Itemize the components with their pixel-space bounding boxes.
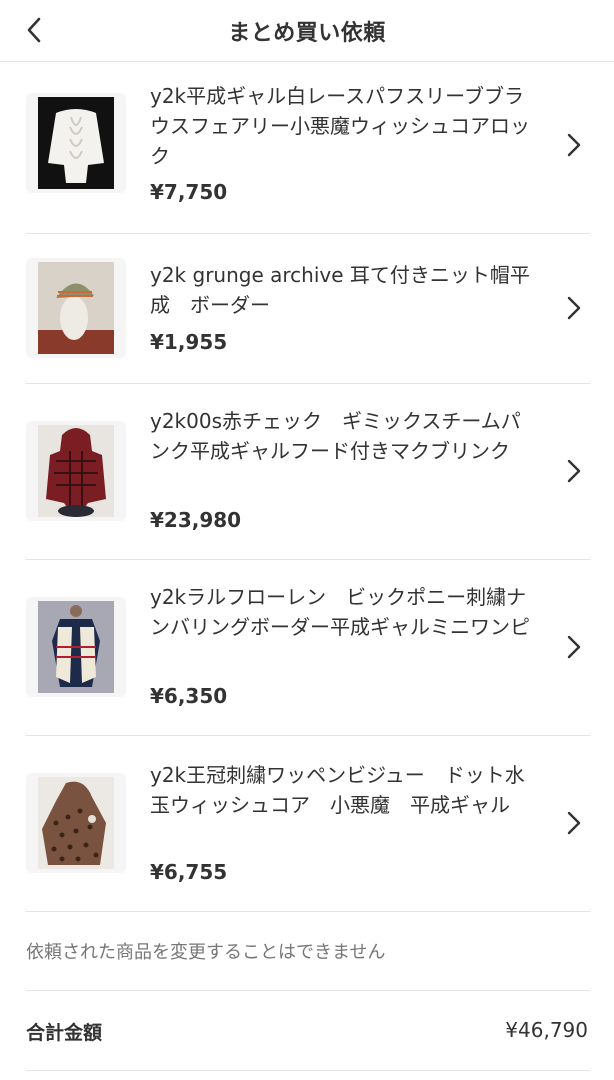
item-name: y2kラルフローレン ビックポニー刺繍ナンバリングボーダー平成ギャルミニワンピ — [150, 585, 530, 639]
total-label: 合計金額 — [26, 1022, 103, 1044]
divider — [26, 990, 590, 991]
divider — [26, 1070, 590, 1071]
item-name: y2k grunge archive 耳て付きニット帽平成 ボーダー — [150, 263, 530, 317]
item-name: y2k平成ギャル白レースパフスリーブブラウスフェアリー小悪魔ウィッシュコアロック — [150, 84, 530, 168]
item-price: ¥6,755 — [150, 860, 228, 884]
item-price: ¥7,750 — [150, 180, 228, 204]
product-thumbnail — [26, 93, 126, 193]
chevron-left-icon — [27, 17, 41, 43]
item-name: y2k王冠刺繍ワッペンビジュー ドット水玉ウィッシュコア 小悪魔 平成ギャル — [150, 763, 525, 817]
chevron-right-icon — [567, 635, 581, 659]
item-price: ¥6,350 — [150, 684, 228, 708]
product-thumbnail — [26, 421, 126, 521]
list-item[interactable]: y2k grunge archive 耳て付きニット帽平成 ボーダー ¥1,95… — [26, 234, 590, 384]
chevron-right-icon — [567, 811, 581, 835]
list-item[interactable]: y2kラルフローレン ビックポニー刺繍ナンバリングボーダー平成ギャルミニワンピ … — [26, 560, 590, 736]
product-thumbnail — [26, 258, 126, 358]
total-value: ¥46,790 — [505, 1018, 588, 1042]
product-thumbnail — [26, 773, 126, 873]
page-title: まとめ買い依頼 — [228, 20, 386, 46]
item-price: ¥23,980 — [150, 508, 242, 532]
chevron-right-icon — [567, 459, 581, 483]
chevron-right-icon — [567, 133, 581, 157]
item-price: ¥1,955 — [150, 330, 228, 354]
header-bar: まとめ買い依頼 — [0, 0, 614, 62]
item-name: y2k00s赤チェック ギミックスチームパンク平成ギャルフード付きマクブリンク — [150, 409, 521, 463]
list-item[interactable]: y2k平成ギャル白レースパフスリーブブラウスフェアリー小悪魔ウィッシュコアロック… — [26, 62, 590, 234]
list-item[interactable]: y2k王冠刺繍ワッペンビジュー ドット水玉ウィッシュコア 小悪魔 平成ギャル ¥… — [26, 736, 590, 912]
back-button[interactable] — [14, 10, 54, 50]
chevron-right-icon — [567, 296, 581, 320]
notice-text: 依頼された商品を変更することはできません — [26, 942, 386, 963]
list-item[interactable]: y2k00s赤チェック ギミックスチームパンク平成ギャルフード付きマクブリンク … — [26, 384, 590, 560]
product-thumbnail — [26, 597, 126, 697]
